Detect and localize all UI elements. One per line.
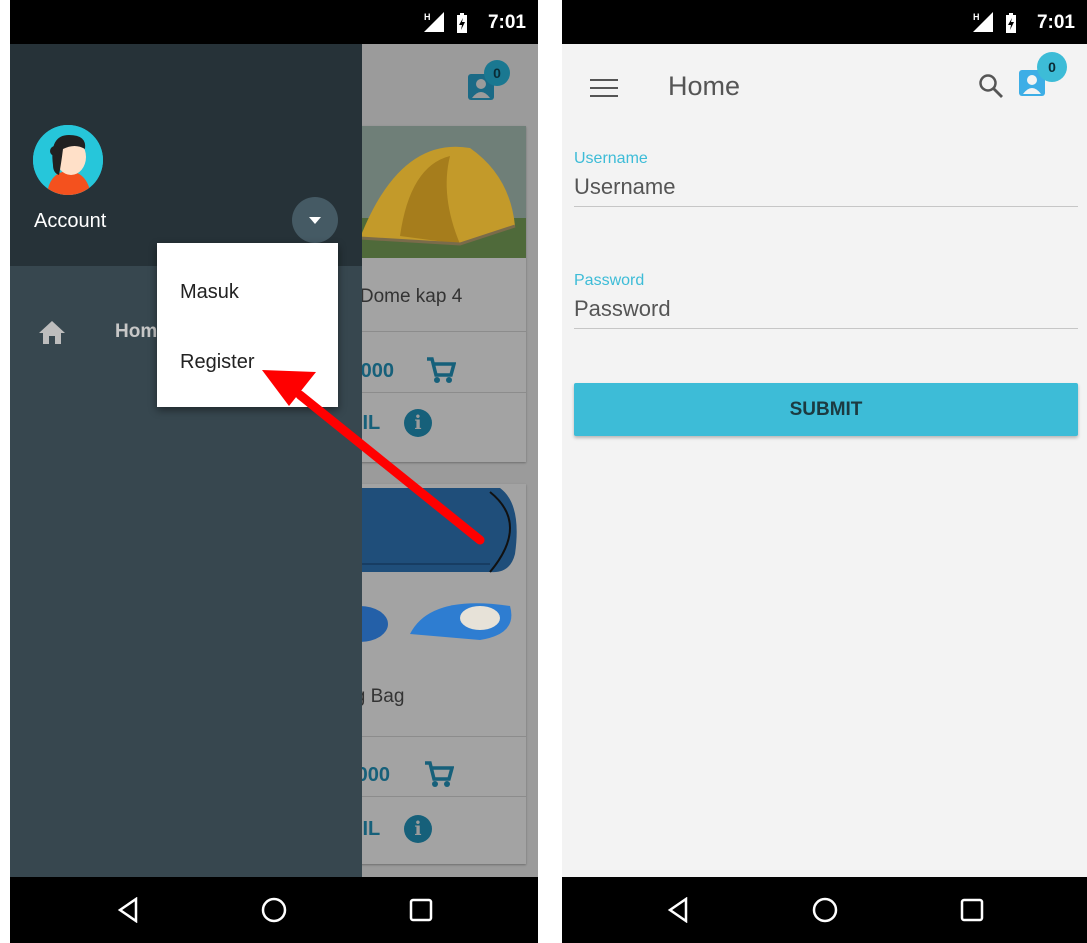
page-title: Home xyxy=(668,71,741,101)
svg-text:H: H xyxy=(973,12,980,22)
sleeping-bag-image xyxy=(340,484,526,644)
phone-screen-drawer-open: H 7:01 0 n Dome kap 4 0,000 AIL i ing Ba… xyxy=(10,0,538,943)
recents-icon[interactable] xyxy=(959,897,985,923)
avatar[interactable] xyxy=(33,125,103,195)
system-nav-bar xyxy=(562,877,1087,943)
product-card[interactable]: n Dome kap 4 0,000 AIL i xyxy=(340,126,526,462)
home-nav-icon[interactable] xyxy=(261,897,287,923)
drawer-header: Account xyxy=(10,44,362,266)
username-label: Username xyxy=(574,150,648,167)
tent-image xyxy=(340,126,526,258)
account-dropdown-button[interactable] xyxy=(292,197,338,243)
password-input[interactable] xyxy=(574,296,1078,329)
signal-icon: H xyxy=(424,12,444,32)
submit-button[interactable]: SUBMIT xyxy=(574,383,1078,436)
add-to-cart-icon[interactable] xyxy=(424,760,454,788)
info-icon[interactable]: i xyxy=(404,409,432,437)
battery-icon xyxy=(457,13,467,33)
phone-screen-login-form: H 7:01 Home 0 Username Password SUBMIT xyxy=(562,0,1087,943)
status-bar: H 7:01 xyxy=(562,0,1087,44)
product-card[interactable]: ing Bag 0,000 AIL i xyxy=(340,484,526,864)
recents-icon[interactable] xyxy=(408,897,434,923)
info-icon[interactable]: i xyxy=(404,815,432,843)
navigation-drawer: Account Home xyxy=(10,44,362,877)
status-bar: H 7:01 xyxy=(10,0,538,44)
menu-item-masuk[interactable]: Masuk xyxy=(180,281,239,304)
username-input[interactable] xyxy=(574,174,1078,207)
account-menu: Masuk Register xyxy=(157,243,338,407)
menu-icon[interactable] xyxy=(590,79,618,103)
back-icon[interactable] xyxy=(666,897,692,923)
home-icon xyxy=(39,321,65,344)
back-icon[interactable] xyxy=(116,897,142,923)
add-to-cart-icon[interactable] xyxy=(426,356,456,384)
cart-count-badge: 0 xyxy=(484,60,510,86)
status-time: 7:01 xyxy=(487,12,526,33)
battery-icon xyxy=(1006,13,1016,33)
menu-item-register[interactable]: Register xyxy=(180,351,254,374)
status-time: 7:01 xyxy=(1036,12,1075,33)
search-icon[interactable] xyxy=(978,73,1004,99)
signal-icon: H xyxy=(973,12,993,32)
user-avatar-icon xyxy=(33,125,103,195)
svg-text:H: H xyxy=(424,12,431,22)
password-label: Password xyxy=(574,272,645,289)
caret-down-icon xyxy=(309,217,321,224)
cart-button[interactable]: 0 xyxy=(1019,50,1069,100)
cart-count-badge: 0 xyxy=(1037,52,1067,82)
home-nav-icon[interactable] xyxy=(812,897,838,923)
cart-button[interactable]: 0 xyxy=(468,60,518,102)
system-nav-bar xyxy=(10,877,538,943)
account-label: Account xyxy=(34,210,107,232)
